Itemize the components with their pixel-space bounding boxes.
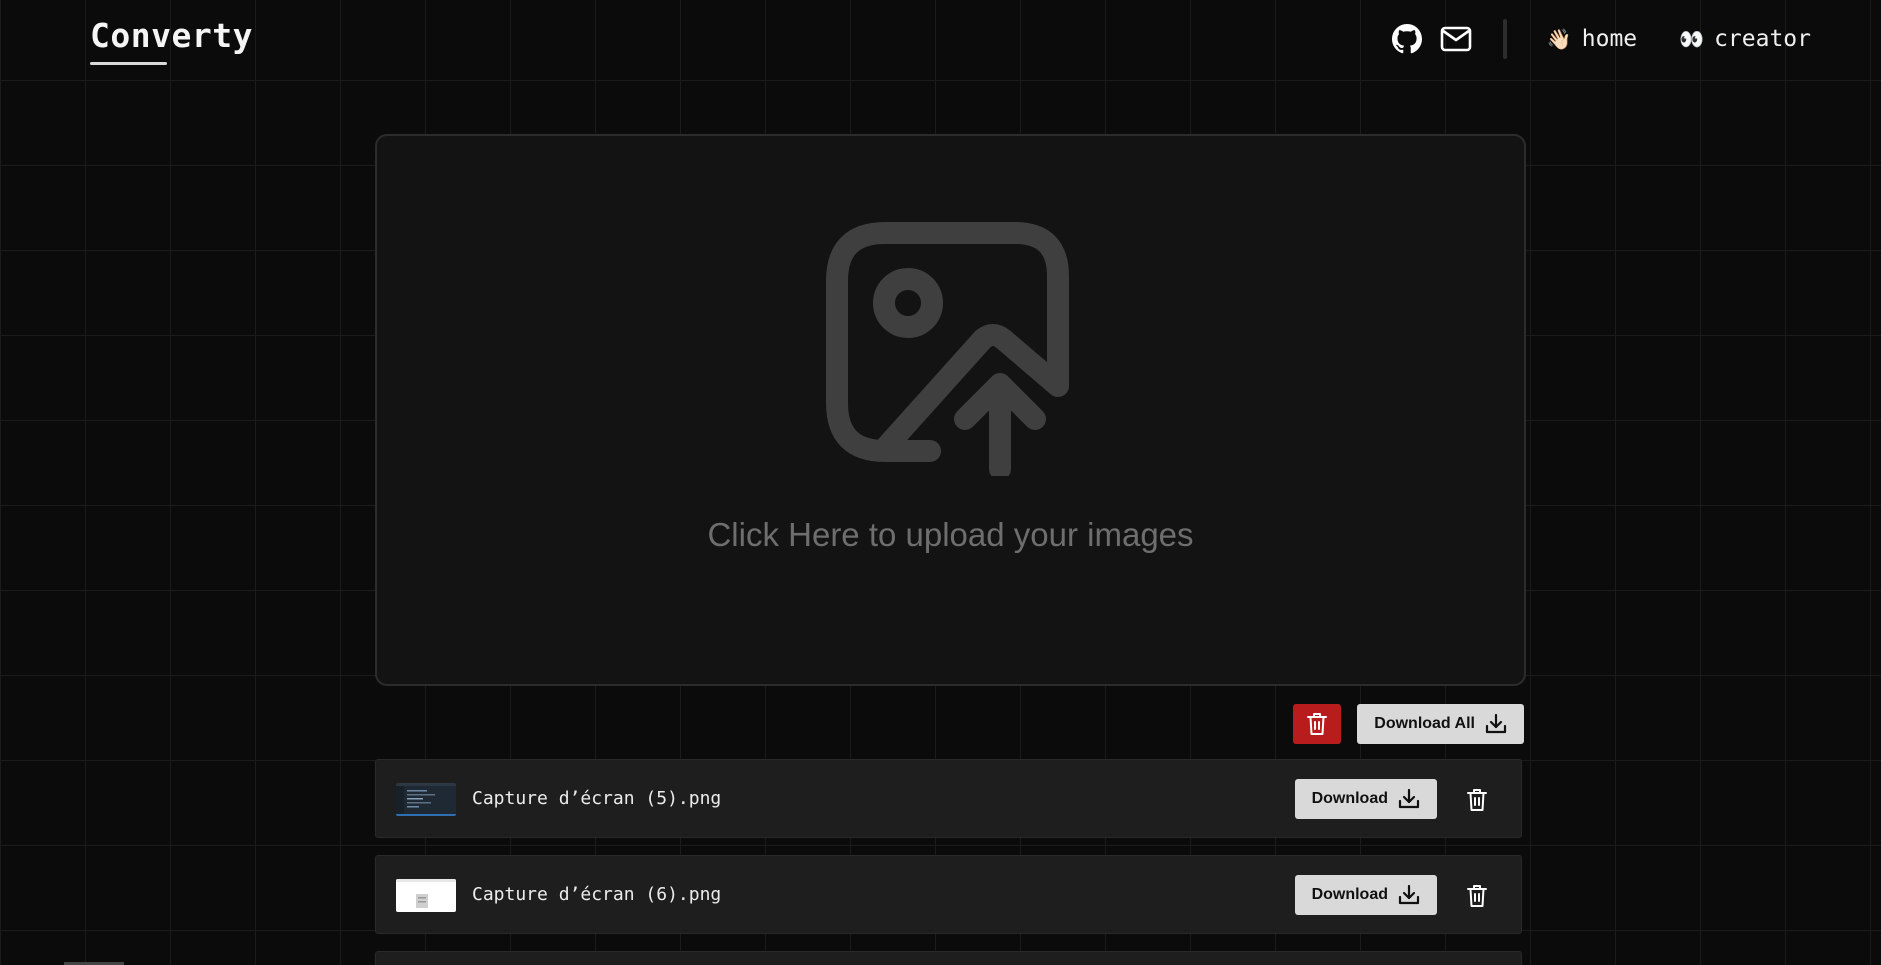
image-upload-icon [825, 221, 1075, 480]
top-header: Converty 👋🏻 home 👀 creator [0, 0, 1881, 80]
delete-file-button[interactable] [1465, 786, 1489, 814]
nav-link-home[interactable]: 👋🏻 home [1547, 26, 1637, 52]
file-row-partial [375, 951, 1522, 965]
file-thumbnail [396, 783, 456, 816]
download-all-button[interactable]: Download All [1357, 704, 1524, 744]
mail-icon[interactable] [1439, 22, 1473, 56]
nav-link-creator[interactable]: 👀 creator [1679, 26, 1811, 52]
download-all-label: Download All [1374, 715, 1475, 732]
nav-link-creator-label: creator [1714, 26, 1811, 52]
github-icon[interactable] [1390, 22, 1424, 56]
eyes-icon: 👀 [1679, 27, 1705, 51]
nav-divider [1502, 19, 1507, 59]
download-icon [1485, 713, 1507, 734]
download-label: Download [1311, 886, 1388, 903]
download-label: Download [1311, 790, 1388, 807]
upload-dropzone[interactable]: Click Here to upload your images [375, 134, 1526, 686]
delete-all-button[interactable] [1293, 704, 1342, 744]
nav-link-home-label: home [1581, 26, 1638, 52]
delete-file-button[interactable] [1465, 882, 1489, 910]
logo-underline [90, 62, 167, 65]
download-button[interactable]: Download [1294, 875, 1437, 915]
file-thumbnail [396, 879, 456, 912]
trash-icon [1307, 713, 1328, 735]
app-logo[interactable]: Converty [90, 16, 253, 55]
download-icon [1398, 884, 1420, 905]
download-icon [1398, 788, 1420, 809]
file-name: Capture d’écran (5).png [472, 788, 722, 809]
bulk-actions: Download All [1293, 704, 1524, 744]
file-row: Capture d’écran (5).png Download [375, 759, 1522, 838]
download-button[interactable]: Download [1294, 779, 1437, 819]
upload-prompt: Click Here to upload your images [707, 516, 1194, 553]
file-name: Capture d’écran (6).png [472, 884, 722, 905]
waving-hand-icon: 👋🏻 [1546, 27, 1572, 51]
trash-icon [1467, 885, 1487, 907]
nav-bar: 👋🏻 home 👀 creator [1375, 18, 1811, 60]
trash-icon [1467, 789, 1487, 811]
file-row: Capture d’écran (6).png Download [375, 855, 1522, 934]
